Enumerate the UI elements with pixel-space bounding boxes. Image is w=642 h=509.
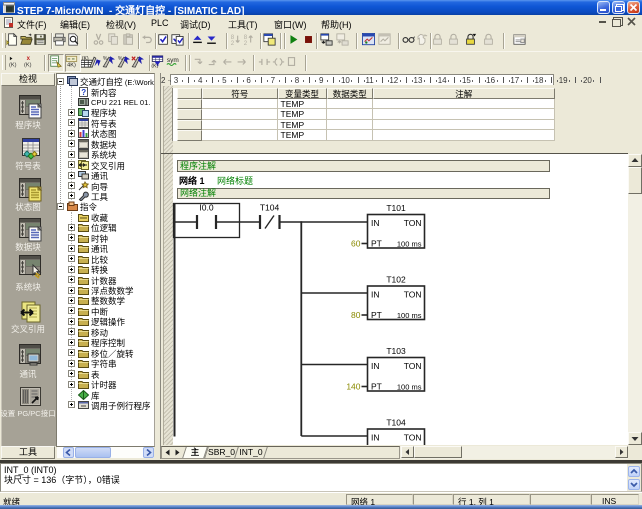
- svg-text:PT: PT: [371, 239, 382, 249]
- svg-text:(K): (K): [24, 62, 32, 68]
- svg-text:T102: T102: [386, 275, 406, 285]
- svg-text:TON: TON: [404, 218, 422, 228]
- svg-text:T104: T104: [260, 203, 280, 213]
- svg-text:IN: IN: [371, 361, 380, 371]
- svg-text:140: 140: [346, 382, 360, 392]
- svg-text:IN: IN: [371, 218, 380, 228]
- svg-text:60: 60: [351, 239, 361, 249]
- svg-text:TON: TON: [404, 433, 422, 443]
- svg-text:100 ms: 100 ms: [397, 240, 422, 249]
- svg-text:IN: IN: [371, 433, 380, 443]
- svg-text:%: %: [103, 56, 108, 62]
- svg-text:8: 8: [230, 35, 234, 41]
- svg-text:PT: PT: [371, 310, 382, 320]
- svg-text:2: 2: [230, 41, 234, 46]
- svg-text:PT: PT: [371, 382, 382, 392]
- svg-text:IN: IN: [371, 290, 380, 300]
- svg-text:T104: T104: [386, 418, 406, 428]
- svg-text:I0.0: I0.0: [199, 203, 213, 213]
- svg-text:80: 80: [351, 310, 361, 320]
- svg-text:(K): (K): [151, 64, 158, 68]
- svg-text:x: x: [26, 56, 30, 62]
- svg-text:?: ?: [81, 88, 86, 97]
- svg-text:100 ms: 100 ms: [397, 311, 422, 320]
- svg-text:sym: sym: [167, 57, 179, 64]
- svg-text:TON: TON: [404, 361, 422, 371]
- svg-text:100 ms: 100 ms: [397, 383, 422, 392]
- svg-text:T101: T101: [386, 203, 406, 213]
- svg-text:T103: T103: [386, 346, 406, 356]
- svg-text:2: 2: [243, 41, 247, 46]
- svg-text:8: 8: [243, 35, 247, 41]
- svg-text:TON: TON: [404, 290, 422, 300]
- svg-text:(K): (K): [9, 62, 17, 68]
- svg-text:%: %: [117, 56, 122, 62]
